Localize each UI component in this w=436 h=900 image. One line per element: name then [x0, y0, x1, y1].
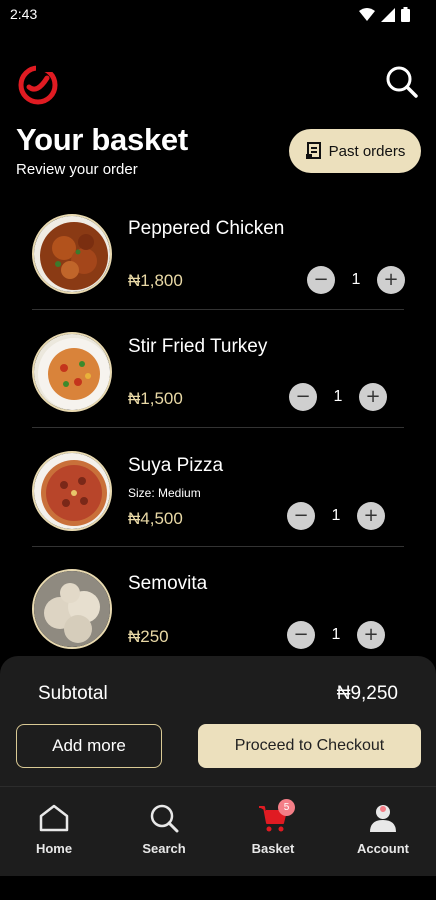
- account-icon: [370, 805, 396, 832]
- item-price: ₦1,800: [128, 271, 183, 290]
- battery-icon: [401, 7, 410, 22]
- proceed-to-checkout-button[interactable]: Proceed to Checkout: [198, 724, 421, 768]
- nav-label: Account: [357, 841, 409, 856]
- basket-item-peppered-chicken: Peppered Chicken ₦1,800 − 1 +: [32, 214, 405, 332]
- nav-item-home[interactable]: Home: [14, 803, 94, 856]
- semovita-image: [32, 569, 112, 649]
- item-name: Semovita: [128, 573, 208, 594]
- nav-label: Search: [142, 841, 186, 856]
- decrease-quantity-button[interactable]: −: [307, 266, 335, 294]
- quantity-stepper: − 1 +: [289, 383, 387, 411]
- nav-label: Home: [35, 841, 73, 856]
- quantity-value: 1: [331, 626, 341, 643]
- item-name: Peppered Chicken: [128, 218, 285, 239]
- gesture-bar: [0, 876, 436, 900]
- decrease-quantity-button[interactable]: −: [287, 621, 315, 649]
- brand-logo-icon: [18, 64, 58, 105]
- home-icon: [39, 804, 69, 832]
- item-name: Suya Pizza: [128, 455, 224, 476]
- past-orders-label: Past orders: [328, 142, 406, 160]
- item-name: Stir Fried Turkey: [128, 336, 268, 357]
- quantity-stepper: − 1 +: [287, 502, 385, 530]
- increase-quantity-button[interactable]: +: [359, 383, 387, 411]
- nav-item-account[interactable]: Account: [343, 803, 423, 856]
- signal-icon: [381, 7, 395, 22]
- subtotal-value: ₦9,250: [336, 683, 398, 704]
- quantity-value: 1: [351, 271, 361, 288]
- subtotal-label: Subtotal: [38, 683, 108, 704]
- nav-item-search[interactable]: Search: [124, 803, 204, 856]
- status-time: 2:43: [10, 6, 38, 22]
- decrease-quantity-button[interactable]: −: [289, 383, 317, 411]
- item-price: ₦4,500: [128, 509, 183, 528]
- wifi-icon: [359, 7, 375, 21]
- receipt-icon: [305, 142, 321, 159]
- increase-quantity-button[interactable]: +: [377, 266, 405, 294]
- nav-item-basket[interactable]: 5 Basket: [233, 799, 313, 856]
- status-icons: [359, 7, 410, 22]
- bottom-navigation: Home Search 5 Basket Account: [0, 786, 436, 876]
- peppered-chicken-image: [32, 214, 112, 294]
- item-divider: [32, 309, 404, 310]
- search-icon: [150, 804, 179, 833]
- item-price: ₦250: [128, 627, 169, 646]
- item-price: ₦1,500: [128, 389, 183, 408]
- basket-item-suya-pizza: Suya Pizza Size: Medium ₦4,500 − 1 +: [32, 451, 404, 569]
- item-divider: [32, 546, 404, 547]
- page-subtitle: Review your order: [16, 161, 138, 178]
- stir-fried-turkey-image: [32, 332, 112, 412]
- page-title: Your basket: [16, 122, 188, 157]
- status-bar: 2:43: [0, 0, 436, 30]
- quantity-value: 1: [333, 388, 343, 405]
- add-more-button[interactable]: Add more: [16, 724, 162, 768]
- quantity-stepper: − 1 +: [287, 621, 385, 649]
- item-divider: [32, 427, 404, 428]
- increase-quantity-button[interactable]: +: [357, 502, 385, 530]
- suya-pizza-image: [32, 451, 112, 531]
- basket-item-stir-fried-turkey: Stir Fried Turkey ₦1,500 − 1 +: [32, 332, 404, 450]
- item-size: Size: Medium: [128, 486, 201, 500]
- decrease-quantity-button[interactable]: −: [287, 502, 315, 530]
- nav-label: Basket: [251, 841, 295, 856]
- basket-count-badge: 5: [278, 799, 295, 816]
- quantity-value: 1: [331, 507, 341, 524]
- quantity-stepper: − 1 +: [307, 266, 405, 294]
- increase-quantity-button[interactable]: +: [357, 621, 385, 649]
- search-icon[interactable]: [384, 64, 420, 100]
- past-orders-button[interactable]: Past orders: [289, 129, 421, 173]
